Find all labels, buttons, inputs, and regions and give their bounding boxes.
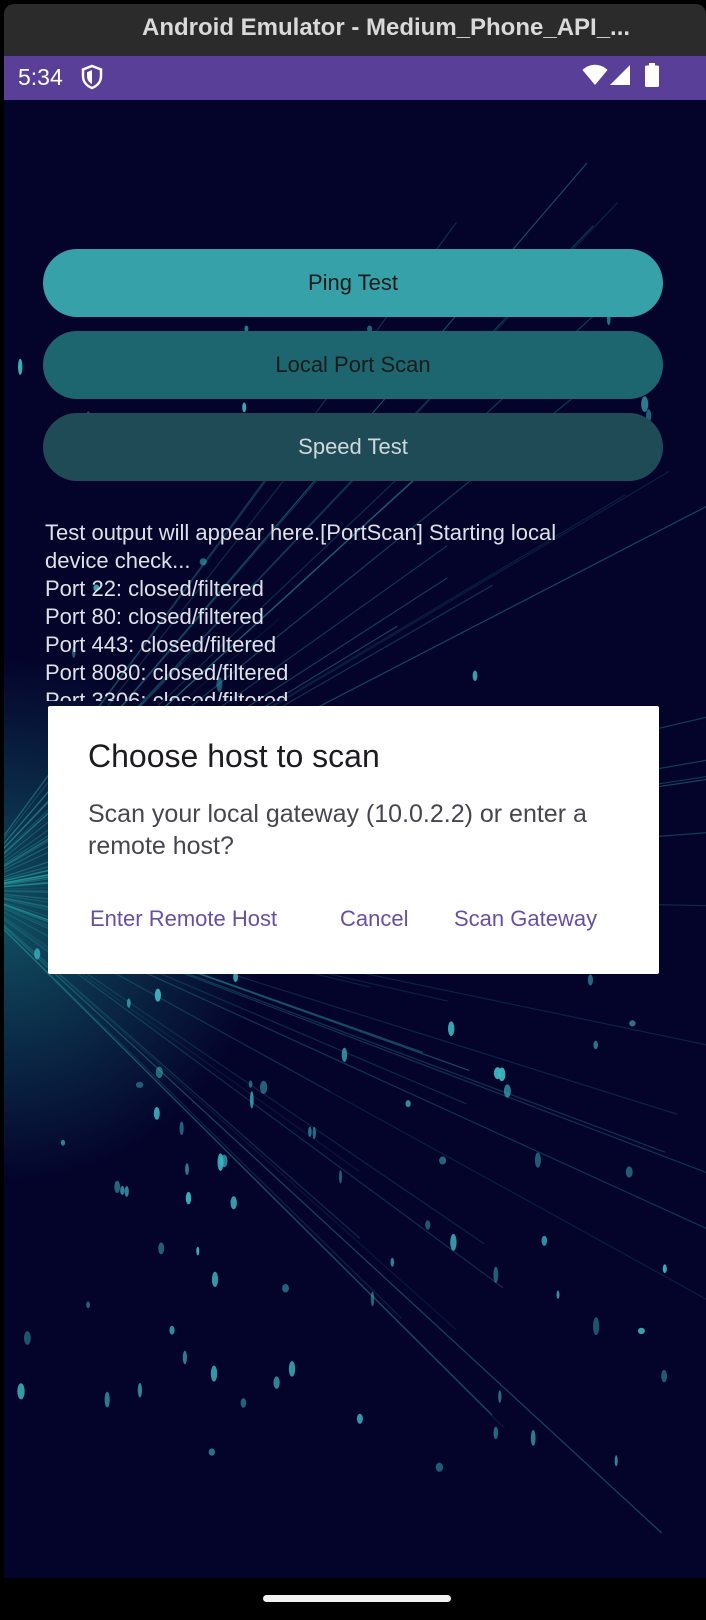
particle-dot xyxy=(339,1170,342,1184)
particle-dot xyxy=(240,1398,247,1408)
particle-dot xyxy=(498,1390,502,1403)
cell-signal-icon xyxy=(610,65,630,85)
ping-test-button[interactable]: Ping Test xyxy=(43,249,663,317)
window-titlebar[interactable]: Android Emulator - Medium_Phone_API_... xyxy=(4,4,706,56)
particle-dot xyxy=(24,1331,31,1345)
particle-dot xyxy=(155,1066,163,1078)
particle-dot xyxy=(641,396,649,412)
window-title: Android Emulator - Medium_Phone_API_... xyxy=(142,14,631,41)
particle-dot xyxy=(425,1220,431,1230)
particle-dot xyxy=(179,1121,184,1135)
particle-dot xyxy=(114,1180,121,1193)
particle-dot xyxy=(154,988,161,1002)
emulator-window: Android Emulator - Medium_Phone_API_... … xyxy=(4,4,706,1620)
dialog-message: Scan your local gateway (10.0.2.2) or en… xyxy=(88,800,587,860)
particle-dot xyxy=(629,1020,636,1027)
output-line: Port 22: closed/filtered xyxy=(45,576,264,601)
particle-dot xyxy=(493,1266,499,1283)
particle-dot xyxy=(60,1139,66,1146)
particle-dot xyxy=(34,948,41,960)
output-line: Test output will appear here.[PortScan] … xyxy=(45,520,557,573)
particle-dot xyxy=(210,1365,218,1382)
particle-dot xyxy=(211,1271,219,1287)
local-port-scan-label: Local Port Scan xyxy=(275,352,431,377)
particle-dot xyxy=(230,1196,237,1210)
particle-dot xyxy=(625,1166,633,1178)
particle-dot xyxy=(439,1156,447,1165)
particle-dot xyxy=(541,1235,548,1246)
particle-dot xyxy=(185,1191,192,1205)
wifi-icon xyxy=(582,64,608,85)
particle-dot xyxy=(556,1290,560,1299)
particle-dot xyxy=(169,1325,175,1335)
particle-dot xyxy=(534,1152,541,1168)
ping-test-label: Ping Test xyxy=(307,270,399,295)
particle-dot xyxy=(273,1376,280,1389)
particle-dot xyxy=(158,1242,165,1255)
cancel-button[interactable]: Cancel xyxy=(340,906,408,932)
particle-dot xyxy=(587,974,594,986)
output-line: Port 3306: closed/filtered xyxy=(45,688,289,701)
particle-dot xyxy=(637,1327,645,1335)
output-line: Port 443: closed/filtered xyxy=(45,632,277,657)
particle-dot xyxy=(661,1369,667,1383)
particle-dot xyxy=(405,1100,411,1108)
scan-gateway-button[interactable]: Scan Gateway xyxy=(454,906,597,932)
particle-dot xyxy=(493,1067,502,1080)
particle-dot xyxy=(120,1185,125,1195)
particle-dot xyxy=(182,1350,187,1365)
particle-dot xyxy=(593,1317,600,1336)
dialog-title: Choose host to scan xyxy=(88,738,380,774)
particle-dot xyxy=(493,1426,499,1439)
local-port-scan-button[interactable]: Local Port Scan xyxy=(43,331,663,399)
particle-dot xyxy=(124,1186,129,1197)
enter-remote-host-button[interactable]: Enter Remote Host xyxy=(90,906,277,932)
particle-dot xyxy=(260,1080,268,1094)
particle-dot xyxy=(435,1462,444,1472)
particle-dot xyxy=(126,998,131,1008)
particle-dot xyxy=(288,1361,296,1377)
choose-host-dialog: Choose host to scan Scan your local gate… xyxy=(48,706,659,974)
particle-dot xyxy=(135,1081,144,1088)
particle-dot xyxy=(448,1021,455,1036)
speed-test-label: Speed Test xyxy=(298,434,408,459)
status-bar: 5:34 xyxy=(4,56,706,100)
particle-dot xyxy=(137,1383,142,1398)
particle-dot xyxy=(196,1246,200,1256)
test-output: Test output will appear here.[PortScan] … xyxy=(45,519,625,701)
particle-dot xyxy=(86,1301,90,1309)
phone-screen: 5:34 Ping Test Local Port Scan Speed Tes… xyxy=(4,56,706,1620)
speed-test-button[interactable]: Speed Test xyxy=(43,413,663,481)
particle-dot xyxy=(282,1283,289,1293)
particle-dot xyxy=(593,1040,598,1050)
particle-dot xyxy=(185,1163,189,1176)
particle-dot xyxy=(530,1430,536,1446)
particle-dot xyxy=(614,1455,618,1467)
navigation-bar xyxy=(4,1578,706,1620)
shield-icon xyxy=(81,64,103,90)
particle-dot xyxy=(450,1233,457,1251)
particle-dot xyxy=(341,1047,348,1062)
particle-dot xyxy=(390,1257,395,1267)
particle-dot xyxy=(18,358,23,375)
particle-dot xyxy=(220,1154,228,1168)
particle-dot xyxy=(208,1448,215,1456)
output-line: Port 80: closed/filtered xyxy=(45,604,264,629)
particle-dot xyxy=(104,1391,110,1408)
particle-dot xyxy=(503,1084,511,1098)
output-line: Port 8080: closed/filtered xyxy=(45,660,289,685)
particle-dot xyxy=(17,1383,25,1400)
particle-dot xyxy=(248,1080,253,1088)
battery-icon xyxy=(645,63,659,87)
particle-dot xyxy=(370,1291,375,1307)
status-time: 5:34 xyxy=(18,64,63,90)
home-gesture-handle[interactable] xyxy=(263,1595,451,1602)
particle-dot xyxy=(662,1264,667,1274)
particle-dot xyxy=(308,1126,312,1138)
particle-dot xyxy=(356,1413,363,1424)
particle-dot xyxy=(242,402,247,413)
particle-dot xyxy=(249,1091,254,1109)
particle-dot xyxy=(312,1126,316,1139)
particle-dot xyxy=(153,1107,160,1120)
